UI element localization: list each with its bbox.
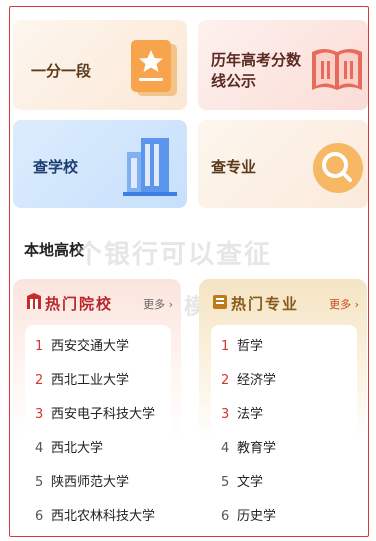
list-item[interactable]: 2 西北工业大学: [35, 369, 129, 388]
open-book-icon: [312, 49, 362, 90]
magnifier-icon: [313, 143, 363, 193]
rank-number: 6: [221, 509, 230, 524]
rank-number: 2: [221, 373, 230, 388]
card-label: 一分一段: [31, 62, 92, 80]
universities-list: 1 西安交通大学 2 西北工业大学 3 西安电子科技大学 4 西北大学 5 陕西师范大学 …: [25, 325, 171, 536]
list-item[interactable]: 2 经济学: [221, 369, 276, 388]
list-item[interactable]: 1 西安交通大学: [35, 335, 129, 354]
overlay-watermark-text: 个银行可以查征: [76, 240, 273, 270]
major-name: 历史学: [237, 509, 277, 524]
university-name: 西北农林科技大学: [51, 509, 156, 524]
hot-majors-panel: 热门专业 更多 › 1 哲学 2 经济学 3 法学 4 教育学 5 文学 6 历史学: [199, 279, 367, 536]
list-item[interactable]: 3 法学: [221, 403, 263, 422]
hot-universities-panel: 热门院校 更多 › 1 西安交通大学 2 西北工业大学 3 西安电子科技大学 4 西北大…: [13, 279, 181, 536]
major-name: 文学: [237, 475, 264, 490]
more-universities-link[interactable]: 更多 ›: [143, 296, 173, 312]
card-label: 历年高考分数线公示: [211, 51, 302, 90]
major-name: 法学: [237, 407, 264, 422]
content-frame: 一分一段 历年高考分数线公示 查学校 查专业 本地高校 个银行可以查征 按以模别…: [9, 6, 369, 537]
rank-number: 4: [221, 441, 230, 456]
major-name: 经济学: [237, 373, 277, 388]
more-label: 更多: [329, 298, 352, 311]
chevron-right-icon: ›: [168, 298, 173, 311]
list-item[interactable]: 3 西安电子科技大学: [35, 403, 155, 422]
rank-number: 2: [35, 373, 44, 388]
university-name: 西北工业大学: [51, 373, 130, 388]
major-name: 哲学: [237, 339, 264, 354]
rank-number: 3: [221, 407, 230, 422]
card-label: 查学校: [33, 158, 79, 176]
rank-number: 4: [35, 441, 44, 456]
university-name: 西安电子科技大学: [51, 407, 156, 422]
majors-list: 1 哲学 2 经济学 3 法学 4 教育学 5 文学 6 历史学: [211, 325, 357, 536]
list-item[interactable]: 6 历史学: [221, 505, 276, 524]
university-name: 西北大学: [51, 441, 104, 456]
list-item[interactable]: 4 教育学: [221, 437, 276, 456]
more-label: 更多: [143, 298, 166, 311]
major-icon: [213, 295, 227, 309]
university-name: 陕西师范大学: [51, 475, 130, 490]
hot-universities-title: 热门院校: [45, 295, 114, 313]
list-item[interactable]: 6 西北农林科技大学: [35, 505, 155, 524]
card-history-scores[interactable]: 历年高考分数线公示: [198, 20, 368, 110]
chevron-right-icon: ›: [354, 298, 359, 311]
more-majors-link[interactable]: 更多 ›: [329, 296, 359, 312]
list-item[interactable]: 4 西北大学: [35, 437, 103, 456]
list-item[interactable]: 5 陕西师范大学: [35, 471, 129, 490]
rank-number: 5: [221, 475, 230, 490]
book-star-icon: [131, 40, 177, 96]
university-icon: [27, 293, 41, 309]
card-find-school[interactable]: 查学校: [13, 120, 187, 208]
rank-number: 1: [35, 339, 44, 354]
list-item[interactable]: 1 哲学: [221, 335, 263, 354]
university-name: 西安交通大学: [51, 339, 130, 354]
local-universities-title: 本地高校: [24, 241, 85, 259]
rank-number: 3: [35, 407, 44, 422]
hot-majors-title: 热门专业: [231, 295, 300, 313]
list-item[interactable]: 5 文学: [221, 471, 263, 490]
major-name: 教育学: [237, 441, 277, 456]
card-label: 查专业: [211, 158, 257, 176]
card-one-score-segment[interactable]: 一分一段: [13, 20, 187, 110]
rank-number: 5: [35, 475, 44, 490]
card-find-major[interactable]: 查专业: [198, 120, 368, 208]
building-icon: [123, 138, 177, 196]
rank-number: 6: [35, 509, 44, 524]
rank-number: 1: [221, 339, 230, 354]
